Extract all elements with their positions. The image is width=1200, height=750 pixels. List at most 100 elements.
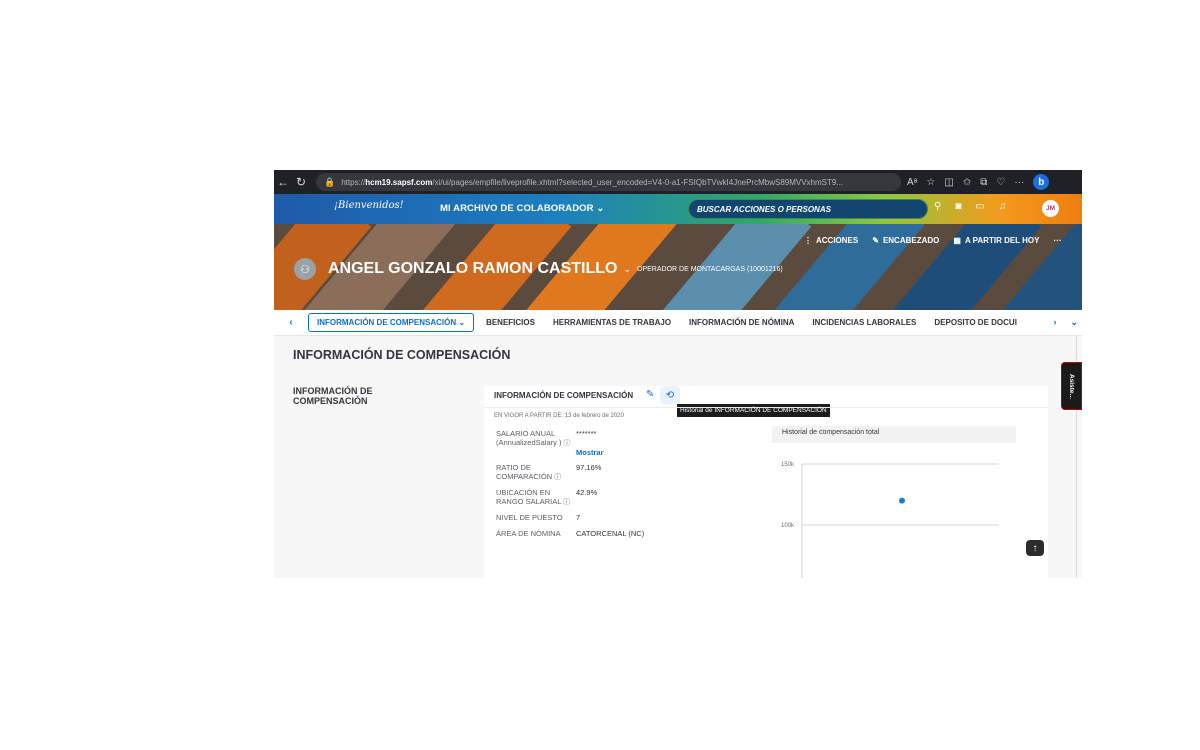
- field-label: UBICACIÓN EN RANGO SALARIAL ⓘ: [496, 488, 576, 508]
- field-label-text: SALARIO ANUAL (AnnualizedSalary ): [496, 429, 562, 447]
- screenshot-frame: ← ↻ 🔒 https://hcm19.sapsf.com/xi/ui/page…: [274, 170, 1082, 578]
- favorite-star-icon[interactable]: ☆: [926, 177, 935, 188]
- address-bar[interactable]: 🔒 https://hcm19.sapsf.com/xi/ui/pages/em…: [316, 173, 901, 191]
- tab-herramientas[interactable]: HERRAMIENTAS DE TRABAJO: [553, 318, 671, 327]
- y-tick-label: 100k: [781, 523, 795, 529]
- card-title: INFORMACIÓN DE COMPENSACIÓN: [494, 391, 634, 400]
- data-point[interactable]: [899, 497, 905, 504]
- pencil-icon: ✎: [872, 236, 879, 245]
- split-screen-icon[interactable]: ◫: [944, 177, 953, 188]
- header-edit-button[interactable]: ✎ ENCABEZADO: [872, 236, 939, 245]
- chevron-down-icon: ⌄: [596, 203, 605, 214]
- history-icon[interactable]: ⟲: [660, 386, 680, 404]
- field-value: 97.16%: [576, 463, 602, 472]
- assist-icon[interactable]: ◙: [955, 201, 961, 212]
- employee-heading: ⚇ ANGEL GONZALO RAMON CASTILLO ⌄ OPERADO…: [294, 258, 783, 280]
- actions-button[interactable]: ⋮ ACCIONES: [804, 236, 858, 245]
- tab-deposito[interactable]: DEPOSITO DE DOCUI: [934, 318, 1017, 327]
- chevron-down-icon: ⌄: [458, 318, 466, 327]
- show-salary-link[interactable]: Mostrar: [576, 448, 604, 458]
- browser-toolbar: ← ↻ 🔒 https://hcm19.sapsf.com/xi/ui/page…: [274, 170, 1082, 194]
- edit-icon[interactable]: ✎: [646, 389, 654, 400]
- tab-controls: › ⌄: [1053, 317, 1078, 328]
- page-title: INFORMACIÓN DE COMPENSACIÓN: [293, 348, 511, 362]
- scroll-to-top-button[interactable]: ↑: [1026, 540, 1044, 556]
- field-value: 42.9%: [576, 488, 598, 497]
- user-avatar[interactable]: JM: [1042, 200, 1059, 217]
- field-value: ******* Mostrar: [576, 429, 604, 458]
- divider: [484, 407, 1048, 408]
- field-compa-ratio: RATIO DE COMPARACIÓN ⓘ 97.16%: [496, 463, 676, 483]
- tab-bar: ‹ INFORMACIÓN DE COMPENSACIÓN ⌄ BENEFICI…: [274, 310, 1082, 336]
- app-header: ¡Bienvenidos! MI ARCHIVO DE COLABORADOR …: [274, 194, 1082, 224]
- field-list: SALARIO ANUAL (AnnualizedSalary ) ⓘ ****…: [496, 429, 676, 545]
- field-value: 7: [576, 513, 581, 522]
- assistant-side-tab[interactable]: Asiste...: [1061, 362, 1082, 410]
- banner-actions: ⋮ ACCIONES ✎ ENCABEZADO ▦ A PARTIR DEL HOY …: [804, 236, 1061, 245]
- date-selector-button[interactable]: ▦ A PARTIR DEL HOY: [953, 236, 1039, 245]
- more-button[interactable]: ···: [1053, 236, 1061, 245]
- tab-label: INFORMACIÓN DE COMPENSACIÓN: [317, 318, 457, 327]
- back-icon[interactable]: ←: [274, 175, 292, 189]
- employee-name[interactable]: ANGEL GONZALO RAMON CASTILLO: [328, 260, 617, 278]
- lock-icon: 🔒: [324, 176, 336, 187]
- field-label-text: UBICACIÓN EN RANGO SALARIAL: [496, 488, 562, 506]
- chevron-down-icon[interactable]: ⌄: [623, 264, 631, 275]
- help-icon[interactable]: ⓘ: [554, 474, 561, 483]
- help-icon[interactable]: ⓘ: [563, 499, 570, 508]
- search-icon[interactable]: ⚲: [934, 201, 941, 212]
- tab-beneficios[interactable]: BENEFICIOS: [486, 318, 535, 327]
- refresh-icon[interactable]: ↻: [292, 175, 310, 189]
- history-tooltip: Historial de INFORMACIÓN DE COMPENSACIÓN: [677, 404, 830, 417]
- y-tick-label: 150k: [781, 462, 795, 468]
- url-path: /xi/ui/pages/empfile/liveprofile.xhtml?s…: [432, 177, 844, 187]
- module-label: MI ARCHIVO DE COLABORADOR: [440, 203, 594, 214]
- employee-role: OPERADOR DE MONTACARGAS (10001216): [637, 265, 783, 273]
- url-prefix: https://: [341, 177, 366, 187]
- extensions-icon[interactable]: ♡: [996, 177, 1005, 188]
- header-icons: ⚲ ◙ ▭ ♫: [934, 201, 1006, 212]
- date-label: A PARTIR DEL HOY: [964, 236, 1040, 245]
- tab-informacion-compensacion[interactable]: INFORMACIÓN DE COMPENSACIÓN ⌄: [308, 313, 475, 332]
- notification-bell-icon[interactable]: ♫: [999, 201, 1007, 212]
- chat-icon[interactable]: ▭: [975, 201, 984, 212]
- welcome-logo[interactable]: ¡Bienvenidos!: [334, 200, 404, 211]
- module-switcher[interactable]: MI ARCHIVO DE COLABORADOR ⌄: [440, 203, 604, 214]
- tab-nomina[interactable]: INFORMACIÓN DE NÓMINA: [689, 318, 794, 327]
- section-label: INFORMACIÓN DE COMPENSACIÓN: [293, 386, 373, 406]
- chart-svg: 150k100k50k: [781, 462, 999, 578]
- tab-incidencias[interactable]: INCIDENCIAS LABORALES: [812, 318, 916, 327]
- field-annual-salary: SALARIO ANUAL (AnnualizedSalary ) ⓘ ****…: [496, 429, 676, 458]
- field-label: ÁREA DE NÓMINA: [496, 528, 561, 538]
- calendar-icon: ▦: [953, 236, 961, 245]
- url-host: hcm19.sapsf.com: [365, 177, 433, 187]
- effective-date: EN VIGOR A PARTIR DE: 13 de febrero de 2…: [494, 413, 624, 419]
- field-label-text: RATIO DE COMPARACIÓN: [496, 463, 553, 481]
- person-icon: ⚇: [294, 258, 316, 280]
- field-label: NIVEL DE PUESTO: [496, 513, 563, 522]
- browser-actions: Aᵃ ☆ ◫ ✩ ⧉ ♡ ··· b: [907, 174, 1050, 190]
- tab-scroll-right-icon[interactable]: ›: [1053, 317, 1056, 328]
- favorites-icon[interactable]: ✩: [963, 177, 971, 188]
- collections-icon[interactable]: ⧉: [980, 177, 987, 188]
- field-payroll-area: ÁREA DE NÓMINA CATORCENAL (NC): [496, 528, 676, 539]
- field-label: SALARIO ANUAL (AnnualizedSalary ) ⓘ: [496, 429, 576, 457]
- search-placeholder: BUSCAR ACCIONES O PERSONAS: [697, 205, 831, 214]
- field-label: RATIO DE COMPARACIÓN ⓘ: [496, 463, 576, 483]
- compensation-chart: Historial de compensación total 150k 100k…: [772, 426, 1016, 578]
- header-label: ENCABEZADO: [882, 236, 940, 245]
- bing-icon[interactable]: b: [1033, 174, 1050, 190]
- help-icon[interactable]: ⓘ: [564, 440, 571, 449]
- field-job-level: NIVEL DE PUESTO 7: [496, 513, 676, 523]
- more-options-icon[interactable]: ···: [1014, 177, 1024, 188]
- reader-icon[interactable]: Aᵃ: [907, 177, 917, 188]
- profile-banner: ⋮ ACCIONES ✎ ENCABEZADO ▦ A PARTIR DEL HOY …: [274, 224, 1082, 310]
- vertical-dots-icon: ⋮: [804, 236, 812, 245]
- search-input[interactable]: BUSCAR ACCIONES O PERSONAS: [688, 199, 928, 219]
- tab-scroll-left-icon[interactable]: ‹: [274, 317, 308, 328]
- chevron-down-icon[interactable]: ⌄: [1070, 317, 1078, 328]
- field-value-text: *******: [576, 429, 597, 438]
- compensation-card: INFORMACIÓN DE COMPENSACIÓN ✎ ⟲ Historia…: [484, 386, 1048, 578]
- actions-label: ACCIONES: [816, 236, 859, 245]
- field-range-penetration: UBICACIÓN EN RANGO SALARIAL ⓘ 42.9%: [496, 488, 676, 508]
